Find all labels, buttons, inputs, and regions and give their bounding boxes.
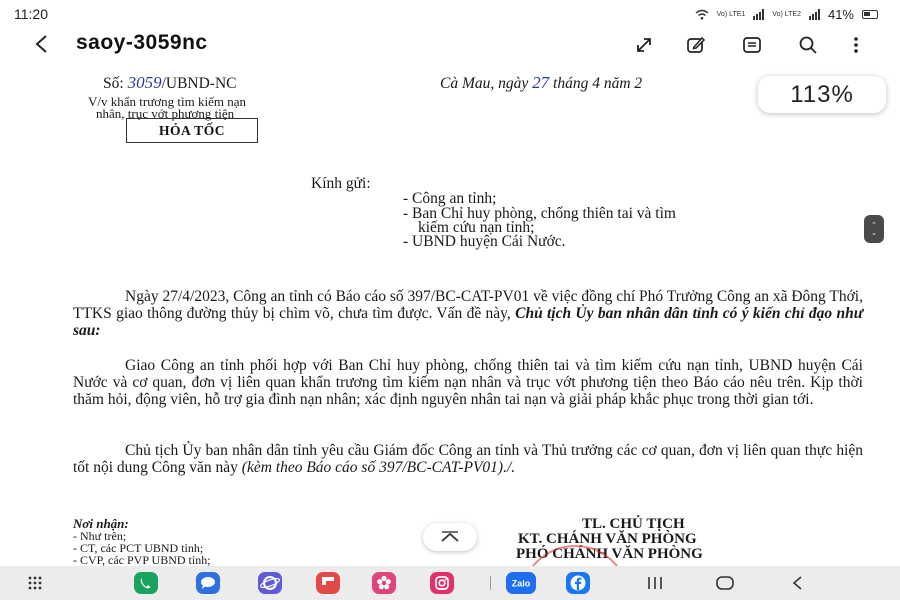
lte1-label: Vo) LTE1 bbox=[716, 10, 746, 18]
flipboard-app-button[interactable] bbox=[316, 572, 340, 594]
back-button[interactable] bbox=[28, 30, 56, 58]
edit-icon bbox=[687, 36, 706, 53]
signal2-icon bbox=[808, 8, 820, 20]
scroll-down-icon: ⌄ bbox=[871, 229, 877, 237]
place-date-prefix: Cà Mau, ngày bbox=[440, 75, 529, 92]
nav-back-icon bbox=[792, 576, 802, 590]
edit-button[interactable] bbox=[682, 31, 710, 59]
app-bar: saoy-3059nc bbox=[0, 28, 900, 62]
back-arrow-icon bbox=[35, 35, 47, 53]
paragraph-3-italic: (kèm theo Báo cáo số 397/BC-CAT-PV01)./. bbox=[241, 458, 516, 476]
place-date: Cà Mau, ngày 27 tháng 4 năm 2 bbox=[440, 73, 642, 93]
lte2-label: Vo) LTE2 bbox=[772, 10, 801, 18]
blossom-icon bbox=[372, 572, 396, 594]
scroll-to-top-button[interactable] bbox=[423, 523, 477, 551]
messages-icon bbox=[196, 572, 220, 594]
status-bar: 11:20 Vo) LTE1 Vo) LTE2 41% bbox=[0, 0, 900, 28]
number-prefix: Số: bbox=[103, 75, 124, 92]
more-options-button[interactable] bbox=[842, 31, 870, 59]
number-handwritten: 3059 bbox=[127, 73, 162, 92]
home-button[interactable] bbox=[712, 572, 738, 594]
app-drawer-button[interactable] bbox=[22, 572, 48, 594]
taskbar: Zalo bbox=[0, 566, 900, 600]
date-rest: tháng 4 năm 2 bbox=[553, 75, 643, 92]
expand-icon bbox=[637, 38, 651, 52]
more-vertical-icon bbox=[854, 37, 858, 53]
recipient-item: - CVP, các PVP UBND tỉnh; bbox=[73, 553, 211, 566]
date-day-handwritten: 27 bbox=[532, 73, 550, 92]
scroll-handle[interactable]: ⌃ ⌄ bbox=[864, 215, 884, 243]
file-title: saoy-3059nc bbox=[76, 31, 208, 54]
instagram-app-button[interactable] bbox=[430, 572, 454, 594]
phone-app-button[interactable] bbox=[134, 572, 158, 594]
reader-mode-button[interactable] bbox=[738, 31, 766, 59]
instagram-icon bbox=[430, 572, 454, 594]
expand-button[interactable] bbox=[630, 31, 658, 59]
facebook-icon bbox=[566, 572, 590, 594]
phone-icon bbox=[134, 572, 158, 594]
paragraph-3: Chủ tịch Ủy ban nhân dân tỉnh yêu cầu Gi… bbox=[73, 442, 863, 477]
grid-icon bbox=[28, 576, 42, 590]
zoom-level-badge: 113% bbox=[758, 76, 886, 113]
zalo-icon: Zalo bbox=[506, 572, 536, 594]
chevron-up-icon bbox=[441, 531, 459, 542]
blossom-app-button[interactable] bbox=[372, 572, 396, 594]
flipboard-icon bbox=[316, 572, 340, 594]
status-indicators: Vo) LTE1 Vo) LTE2 41% bbox=[695, 7, 878, 22]
zalo-app-button[interactable]: Zalo bbox=[506, 572, 536, 594]
document-number: Số: 3059/UBND-NC bbox=[103, 73, 236, 93]
paragraph-2: Giao Công an tỉnh phối hợp với Ban Chỉ h… bbox=[73, 357, 863, 408]
messages-app-button[interactable] bbox=[196, 572, 220, 594]
number-suffix: /UBND-NC bbox=[161, 75, 237, 92]
addressee-item: - UBND huyện Cái Nước. bbox=[403, 233, 566, 250]
search-icon bbox=[799, 36, 817, 54]
battery-percent: 41% bbox=[827, 6, 854, 22]
addressee-intro: Kính gửi: bbox=[311, 175, 371, 192]
battery-icon bbox=[862, 9, 878, 19]
status-time: 11:20 bbox=[14, 6, 48, 22]
zalo-label: Zalo bbox=[512, 579, 531, 589]
document-page[interactable]: Số: 3059/UBND-NC Cà Mau, ngày 27 tháng 4… bbox=[0, 62, 900, 566]
internet-app-button[interactable] bbox=[258, 572, 282, 594]
recent-apps-icon bbox=[648, 577, 662, 589]
search-button[interactable] bbox=[794, 31, 822, 59]
dock-divider bbox=[490, 576, 491, 590]
urgent-stamp: HỎA TỐC bbox=[126, 118, 258, 143]
wifi-icon bbox=[695, 9, 709, 20]
reader-mode-icon bbox=[743, 37, 761, 53]
paragraph-2-text: Giao Công an tỉnh phối hợp với Ban Chỉ h… bbox=[73, 357, 863, 408]
facebook-app-button[interactable] bbox=[566, 572, 590, 594]
home-icon bbox=[716, 576, 734, 590]
signal1-icon bbox=[753, 8, 765, 20]
paragraph-1: Ngày 27/4/2023, Công an tỉnh có Báo cáo … bbox=[73, 288, 863, 339]
samsung-internet-icon bbox=[258, 572, 282, 594]
nav-back-button[interactable] bbox=[784, 572, 810, 594]
recent-apps-button[interactable] bbox=[642, 572, 668, 594]
scroll-up-icon: ⌃ bbox=[871, 221, 877, 229]
